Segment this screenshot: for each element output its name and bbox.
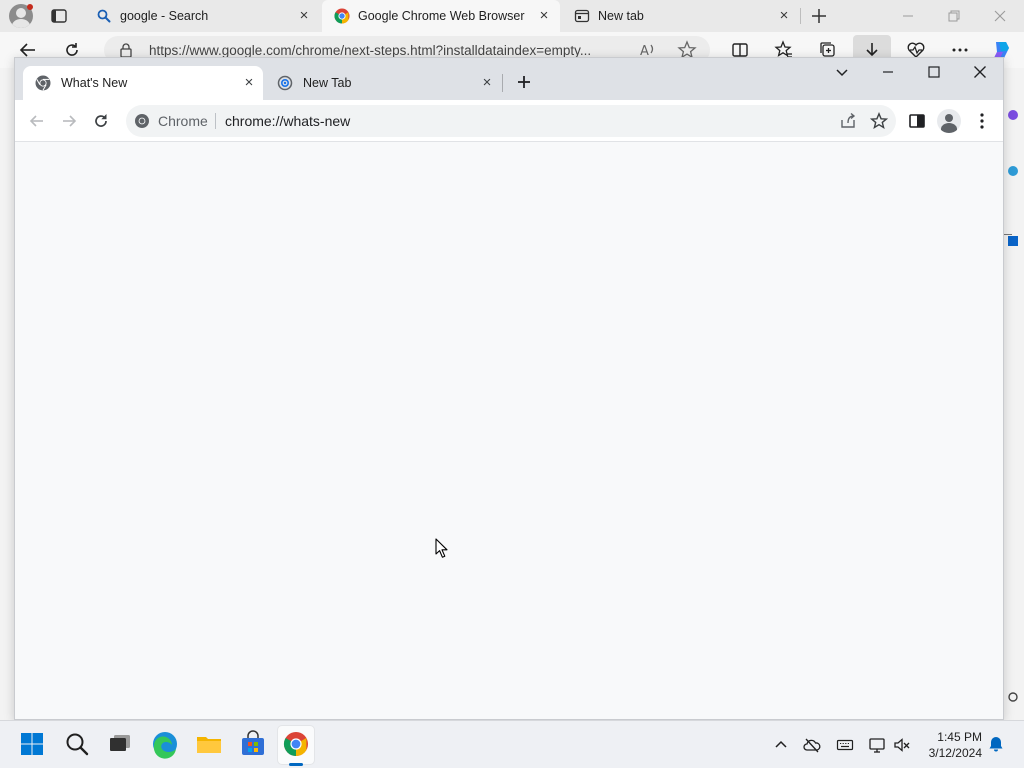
- chrome-toolbar: Chrome chrome://whats-new: [15, 100, 1003, 142]
- chrome-logo-icon: [135, 114, 149, 128]
- mouse-pointer-icon: [435, 538, 448, 558]
- chrome-page-content[interactable]: [15, 142, 1003, 719]
- notification-bell-icon[interactable]: [987, 735, 1005, 753]
- chrome-tab-strip: What's New × New Tab ×: [15, 58, 1003, 100]
- forward-arrow-icon[interactable]: [59, 111, 79, 131]
- new-tab-plus-icon[interactable]: [514, 72, 534, 92]
- chrome-logo-icon: [334, 8, 350, 24]
- sidebar-search-icon[interactable]: [1006, 108, 1020, 122]
- back-arrow-icon[interactable]: [27, 111, 47, 131]
- chrome-logo-icon: [35, 75, 51, 91]
- file-explorer-icon[interactable]: [194, 729, 224, 759]
- windows-taskbar: 1:45 PM 3/12/2024: [0, 720, 1024, 768]
- edge-address-text: https://www.google.com/chrome/next-steps…: [149, 43, 592, 58]
- chrome-icon[interactable]: [281, 729, 311, 759]
- chrome-tab-title: New Tab: [303, 76, 352, 90]
- close-tab-icon[interactable]: ×: [776, 8, 792, 24]
- sidebar-divider: [1004, 234, 1012, 235]
- edge-sidebar: [1004, 68, 1024, 720]
- chrome-window: What's New × New Tab × Chrome chrome://w…: [14, 57, 1004, 720]
- edge-tab-title: Google Chrome Web Browser: [358, 9, 525, 23]
- close-tab-icon[interactable]: ×: [479, 75, 495, 91]
- reload-icon[interactable]: [91, 111, 111, 131]
- chrome-menu-icon[interactable]: [972, 111, 992, 131]
- new-tab-plus-icon[interactable]: [809, 6, 829, 26]
- sidebar-settings-icon[interactable]: [1006, 690, 1020, 704]
- edge-tab-google-search[interactable]: google - Search ×: [84, 0, 320, 32]
- tab-search-chevron-icon[interactable]: [832, 62, 852, 82]
- chrome-omnibox[interactable]: Chrome chrome://whats-new: [126, 105, 896, 137]
- clock-time: 1:45 PM: [937, 730, 982, 744]
- onedrive-offline-icon[interactable]: [803, 736, 821, 754]
- profile-notification-dot: [27, 4, 33, 10]
- tab-separator: [502, 74, 503, 92]
- edge-tab-title: google - Search: [120, 9, 209, 23]
- edge-tab-new-tab[interactable]: New tab ×: [562, 0, 800, 32]
- close-window-icon[interactable]: [970, 62, 990, 82]
- network-icon[interactable]: [868, 736, 886, 754]
- close-tab-icon[interactable]: ×: [536, 8, 552, 24]
- chrome-tab-new-tab[interactable]: New Tab ×: [265, 66, 501, 100]
- chevron-up-icon[interactable]: [772, 736, 790, 754]
- close-window-icon[interactable]: [990, 6, 1010, 26]
- tab-actions-icon[interactable]: [50, 7, 68, 25]
- edge-tab-title: New tab: [598, 9, 644, 23]
- minimize-icon[interactable]: [898, 6, 918, 26]
- lock-icon: [120, 43, 132, 58]
- sidebar-shopping-icon[interactable]: [1006, 164, 1020, 178]
- store-icon[interactable]: [238, 729, 268, 759]
- close-tab-icon[interactable]: ×: [241, 75, 257, 91]
- bookmark-star-icon[interactable]: [870, 112, 888, 130]
- share-icon[interactable]: [839, 112, 857, 130]
- system-clock[interactable]: 1:45 PM 3/12/2024: [918, 729, 982, 761]
- new-tab-page-icon: [574, 9, 590, 23]
- minimize-icon[interactable]: [878, 62, 898, 82]
- keyboard-icon[interactable]: [836, 736, 854, 754]
- active-app-indicator: [289, 763, 303, 766]
- start-icon[interactable]: [17, 729, 47, 759]
- chrome-tab-whats-new[interactable]: What's New ×: [23, 66, 263, 100]
- task-view-icon[interactable]: [105, 729, 135, 759]
- omnibox-url-text: chrome://whats-new: [225, 113, 351, 129]
- restore-icon[interactable]: [944, 6, 964, 26]
- edge-tab-bar: google - Search × Google Chrome Web Brow…: [0, 0, 1024, 32]
- tab-separator: [800, 8, 801, 24]
- chrome-new-tab-icon: [277, 75, 293, 91]
- edge-tab-chrome-web-browser[interactable]: Google Chrome Web Browser ×: [322, 0, 560, 32]
- search-icon: [97, 9, 111, 23]
- clock-date: 3/12/2024: [928, 746, 982, 760]
- omnibox-chip-label: Chrome: [158, 113, 208, 129]
- side-panel-icon[interactable]: [907, 111, 927, 131]
- edge-icon[interactable]: [150, 729, 180, 759]
- maximize-icon[interactable]: [924, 62, 944, 82]
- omnibox-divider: [215, 113, 216, 129]
- sidebar-outlook-icon[interactable]: [1006, 234, 1020, 248]
- search-icon[interactable]: [62, 729, 92, 759]
- close-tab-icon[interactable]: ×: [296, 8, 312, 24]
- profile-avatar-icon[interactable]: [937, 109, 961, 133]
- volume-muted-icon[interactable]: [893, 736, 911, 754]
- chrome-tab-title: What's New: [61, 76, 128, 90]
